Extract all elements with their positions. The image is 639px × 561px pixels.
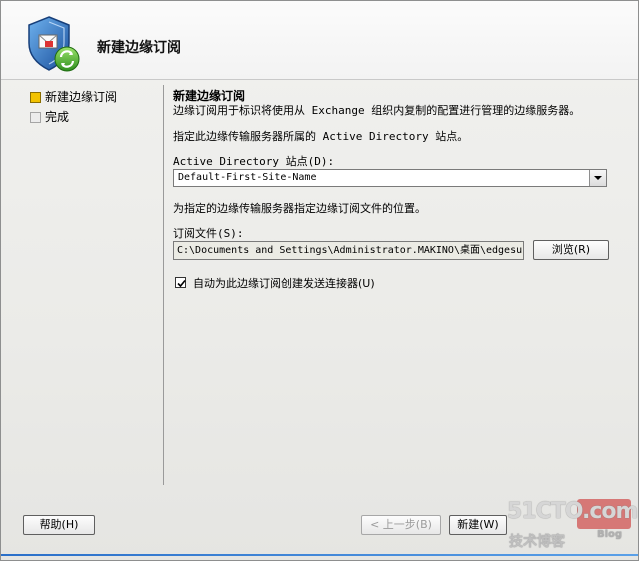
dropdown-arrow-button[interactable] xyxy=(589,170,606,186)
watermark-sub: 技术博客 xyxy=(509,534,565,550)
site-instruction-text: 指定此边缘传输服务器所属的 Active Directory 站点。 xyxy=(173,130,469,143)
watermark-main: 51CTO.com xyxy=(507,499,638,524)
file-instruction-text: 为指定的边缘传输服务器指定边缘订阅文件的位置。 xyxy=(173,202,426,215)
page-title: 新建边缘订阅 xyxy=(97,40,181,56)
step-new-edge-subscription[interactable]: 新建边缘订阅 xyxy=(29,87,159,107)
watermark-blog: Blog xyxy=(597,529,623,540)
wizard-steps: 新建边缘订阅 完成 xyxy=(29,87,159,127)
new-button[interactable]: 新建(W) xyxy=(449,515,507,535)
step-label: 完成 xyxy=(45,110,70,124)
step-label: 新建边缘订阅 xyxy=(45,90,118,104)
taskbar-edge xyxy=(1,554,638,556)
wizard-window: 新建边缘订阅 新建边缘订阅 完成 新建边缘订阅 边缘订阅用于标识将使用从 Exc… xyxy=(0,0,639,561)
checkmark-icon xyxy=(177,279,186,288)
create-send-connector-checkbox[interactable] xyxy=(175,277,186,288)
browse-button[interactable]: 浏览(R) xyxy=(533,240,609,260)
file-label: 订阅文件(S): xyxy=(173,227,244,240)
shield-sync-icon xyxy=(27,15,81,75)
description-text: 边缘订阅用于标识将使用从 Exchange 组织内复制的配置进行管理的边缘服务器… xyxy=(173,104,581,117)
watermark: 51CTO.com 技术博客 Blog xyxy=(501,495,638,555)
back-button[interactable]: < 上一步(B) xyxy=(361,515,441,535)
create-send-connector-label: 自动为此边缘订阅创建发送连接器(U) xyxy=(193,277,375,290)
site-dropdown[interactable]: Default-First-Site-Name xyxy=(173,169,607,187)
wizard-header: 新建边缘订阅 xyxy=(1,1,638,80)
chevron-down-icon xyxy=(594,176,602,180)
step-completion[interactable]: 完成 xyxy=(29,107,159,127)
current-step-icon xyxy=(30,92,41,103)
site-dropdown-value: Default-First-Site-Name xyxy=(178,172,317,183)
pane-divider xyxy=(163,85,164,485)
help-button[interactable]: 帮助(H) xyxy=(23,515,95,535)
subscription-file-input[interactable]: C:\Documents and Settings\Administrator.… xyxy=(173,241,524,260)
site-label: Active Directory 站点(D): xyxy=(173,155,335,168)
subscription-file-value: C:\Documents and Settings\Administrator.… xyxy=(177,245,523,256)
pending-step-icon xyxy=(30,112,41,123)
